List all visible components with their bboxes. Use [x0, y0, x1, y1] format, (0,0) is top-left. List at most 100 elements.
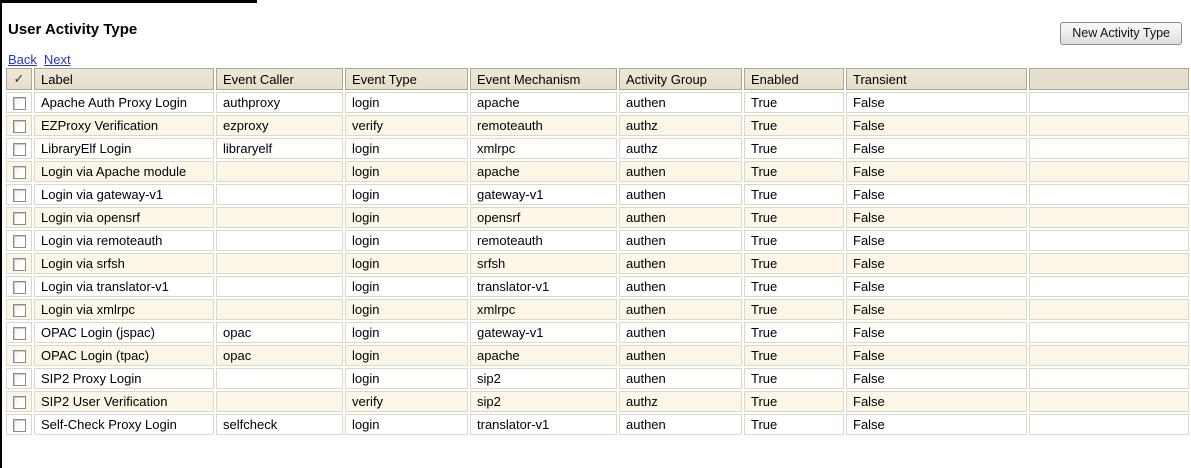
cell-transient: False	[846, 276, 1027, 297]
cell-label: Login via srfsh	[34, 253, 214, 274]
cell-label: Apache Auth Proxy Login	[34, 92, 214, 113]
filler-cell	[1029, 115, 1189, 136]
filler-cell	[1029, 92, 1189, 113]
row-checkbox[interactable]	[12, 235, 26, 249]
cell-activity_group: authz	[619, 115, 742, 136]
cell-event_type: login	[345, 161, 468, 182]
cell-event_caller	[216, 276, 343, 297]
select-all-column-header[interactable]: ✓	[6, 68, 32, 90]
cell-transient: False	[846, 207, 1027, 228]
row-checkbox[interactable]	[12, 143, 26, 157]
column-header-label[interactable]: Label	[34, 68, 214, 90]
cell-enabled: True	[744, 184, 844, 205]
cell-event_caller	[216, 161, 343, 182]
row-select-cell	[6, 253, 32, 274]
row-checkbox[interactable]	[12, 281, 26, 295]
new-activity-type-button[interactable]: New Activity Type	[1060, 22, 1182, 45]
column-header-event_caller[interactable]: Event Caller	[216, 68, 343, 90]
cell-label: Login via gateway-v1	[34, 184, 214, 205]
cell-event_caller: opac	[216, 322, 343, 343]
cell-event_mechanism: remoteauth	[470, 115, 617, 136]
cell-enabled: True	[744, 115, 844, 136]
cell-label: Self-Check Proxy Login	[34, 414, 214, 435]
cell-label: SIP2 Proxy Login	[34, 368, 214, 389]
cell-activity_group: authen	[619, 322, 742, 343]
row-select-cell	[6, 207, 32, 228]
filler-cell	[1029, 299, 1189, 320]
cell-enabled: True	[744, 253, 844, 274]
cell-event_mechanism: xmlrpc	[470, 299, 617, 320]
filler-cell	[1029, 414, 1189, 435]
cell-event_mechanism: apache	[470, 161, 617, 182]
row-select-cell	[6, 161, 32, 182]
column-header-enabled[interactable]: Enabled	[744, 68, 844, 90]
table-row: SIP2 Proxy Login login sip2 authen True False	[6, 368, 1189, 389]
table-row: Apache Auth Proxy Login authproxy login apa…	[6, 92, 1189, 113]
cell-enabled: True	[744, 207, 844, 228]
row-checkbox[interactable]	[12, 189, 26, 203]
table-row: OPAC Login (tpac) opac login apache authen Tr…	[6, 345, 1189, 366]
row-checkbox[interactable]	[12, 350, 26, 364]
table-row: OPAC Login (jspac) opac login gateway-v1 aut…	[6, 322, 1189, 343]
cell-label: EZProxy Verification	[34, 115, 214, 136]
filler-cell	[1029, 161, 1189, 182]
cell-event_mechanism: apache	[470, 345, 617, 366]
cell-event_type: login	[345, 138, 468, 159]
column-header-transient[interactable]: Transient	[846, 68, 1027, 90]
row-select-cell	[6, 345, 32, 366]
cell-event_type: login	[345, 299, 468, 320]
row-checkbox[interactable]	[12, 419, 26, 433]
row-select-cell	[6, 391, 32, 412]
cell-transient: False	[846, 391, 1027, 412]
row-select-cell	[6, 138, 32, 159]
cell-event_mechanism: translator-v1	[470, 414, 617, 435]
cell-event_mechanism: gateway-v1	[470, 322, 617, 343]
cell-event_type: login	[345, 92, 468, 113]
cell-enabled: True	[744, 276, 844, 297]
cell-event_mechanism: apache	[470, 92, 617, 113]
cell-activity_group: authen	[619, 230, 742, 251]
row-checkbox[interactable]	[12, 120, 26, 134]
cell-event_type: login	[345, 322, 468, 343]
row-checkbox[interactable]	[12, 396, 26, 410]
table-row: Self-Check Proxy Login selfcheck login tran…	[6, 414, 1189, 435]
cell-event_caller	[216, 207, 343, 228]
row-checkbox[interactable]	[12, 97, 26, 111]
row-checkbox[interactable]	[12, 166, 26, 180]
cell-transient: False	[846, 184, 1027, 205]
cell-event_type: login	[345, 253, 468, 274]
column-header-activity_group[interactable]: Activity Group	[619, 68, 742, 90]
cell-activity_group: authen	[619, 92, 742, 113]
filler-cell	[1029, 184, 1189, 205]
row-checkbox[interactable]	[12, 304, 26, 318]
row-checkbox[interactable]	[12, 212, 26, 226]
cell-enabled: True	[744, 138, 844, 159]
cell-event_mechanism: opensrf	[470, 207, 617, 228]
cell-enabled: True	[744, 299, 844, 320]
cell-activity_group: authen	[619, 184, 742, 205]
cell-event_mechanism: gateway-v1	[470, 184, 617, 205]
row-checkbox[interactable]	[12, 327, 26, 341]
cell-event_type: login	[345, 345, 468, 366]
cell-transient: False	[846, 115, 1027, 136]
column-header-event_mechanism[interactable]: Event Mechanism	[470, 68, 617, 90]
row-checkbox[interactable]	[12, 258, 26, 272]
cell-transient: False	[846, 161, 1027, 182]
cell-label: Login via Apache module	[34, 161, 214, 182]
row-select-cell	[6, 368, 32, 389]
cell-event_type: login	[345, 368, 468, 389]
cell-transient: False	[846, 322, 1027, 343]
cell-label: Login via opensrf	[34, 207, 214, 228]
row-select-cell	[6, 115, 32, 136]
table-row: Login via Apache module login apache authen…	[6, 161, 1189, 182]
back-link[interactable]: Back	[8, 52, 37, 67]
filler-cell	[1029, 207, 1189, 228]
column-header-event_type[interactable]: Event Type	[345, 68, 468, 90]
row-checkbox[interactable]	[12, 373, 26, 387]
cell-activity_group: authen	[619, 276, 742, 297]
next-link[interactable]: Next	[44, 52, 71, 67]
cell-label: OPAC Login (jspac)	[34, 322, 214, 343]
cell-enabled: True	[744, 391, 844, 412]
cell-event_type: login	[345, 184, 468, 205]
page-title: User Activity Type	[8, 21, 138, 38]
